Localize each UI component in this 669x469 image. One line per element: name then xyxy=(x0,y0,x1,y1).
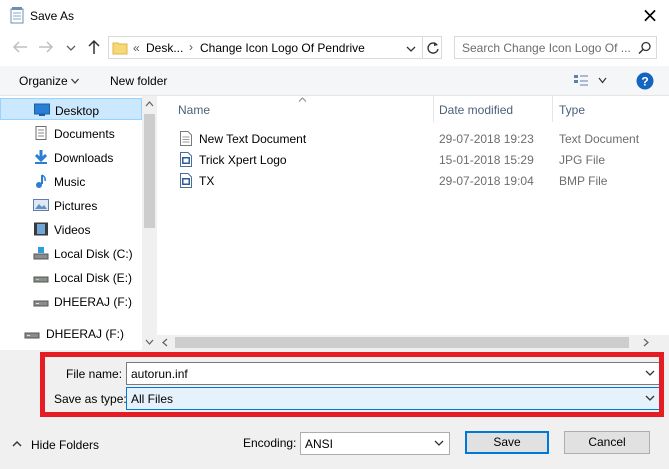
file-name: TX xyxy=(199,174,215,188)
sidebar-item-label: Pictures xyxy=(54,199,98,213)
divider xyxy=(422,37,423,58)
search-icon[interactable] xyxy=(638,41,652,55)
downloads-icon xyxy=(34,150,48,164)
folder-icon xyxy=(112,42,128,55)
encoding-label: Encoding: xyxy=(243,436,297,450)
file-list-header: Name Date modified Type xyxy=(165,96,669,122)
sidebar-item-label: Documents xyxy=(54,127,115,141)
sidebar-item-downloads[interactable]: Downloads xyxy=(0,146,142,168)
chevron-down-icon[interactable] xyxy=(71,78,79,84)
sidebar-item-label: Videos xyxy=(54,223,91,237)
sidebar-scrollbar[interactable] xyxy=(142,96,157,350)
usb-drive-icon xyxy=(33,300,49,307)
sidebar-item-pictures[interactable]: Pictures xyxy=(0,194,142,216)
breadcrumb-desktop[interactable]: Desk... xyxy=(146,41,183,55)
column-header-date-modified[interactable]: Date modified xyxy=(439,103,513,117)
sidebar-item-label: Local Disk (E:) xyxy=(54,271,133,285)
sidebar-item-label: Desktop xyxy=(55,104,100,118)
file-date-modified: 29-07-2018 19:04 xyxy=(439,174,534,188)
sidebar-item-desktop[interactable]: Desktop xyxy=(0,98,142,120)
sidebar-item-documents[interactable]: Documents xyxy=(0,122,142,144)
save-button[interactable]: Save xyxy=(465,431,549,454)
image-file-icon xyxy=(180,152,192,167)
sidebar-item-label: Local Disk (C:) xyxy=(54,247,133,261)
window-title: Save As xyxy=(30,9,75,23)
chevron-down-icon[interactable] xyxy=(66,44,76,52)
help-icon[interactable]: ? xyxy=(636,72,654,90)
sidebar-item-videos[interactable]: Videos xyxy=(0,218,142,240)
annotation-highlight-box xyxy=(40,352,664,417)
text-file-icon xyxy=(180,131,192,146)
close-button[interactable]: × xyxy=(638,4,662,28)
file-row[interactable]: TX 29-07-2018 19:04 BMP File xyxy=(165,170,669,191)
scrollbar-thumb[interactable] xyxy=(175,337,629,348)
file-date-modified: 15-01-2018 15:29 xyxy=(439,153,534,167)
sidebar-item-dheeraj-f[interactable]: DHEERAJ (F:) xyxy=(0,290,142,312)
breadcrumb-current-folder[interactable]: Change Icon Logo Of Pendrive xyxy=(200,41,365,55)
sidebar-item-label: DHEERAJ (F:) xyxy=(54,295,132,309)
desktop-icon xyxy=(34,103,50,116)
cancel-button[interactable]: Cancel xyxy=(564,431,650,454)
column-header-name[interactable]: Name xyxy=(178,103,210,117)
image-file-icon xyxy=(180,173,192,188)
arrow-left-icon[interactable] xyxy=(12,40,28,54)
encoding-select[interactable]: ANSI xyxy=(300,432,450,455)
videos-icon xyxy=(34,222,48,236)
command-bar: Organize New folder ? xyxy=(0,66,669,96)
scroll-down-icon[interactable] xyxy=(145,339,154,345)
file-name: Trick Xpert Logo xyxy=(199,153,287,167)
drive-c-icon xyxy=(33,247,49,260)
sidebar-item-local-disk-c[interactable]: Local Disk (C:) xyxy=(0,242,142,264)
drive-icon xyxy=(33,276,49,283)
new-folder-button[interactable]: New folder xyxy=(110,74,167,88)
pictures-icon xyxy=(33,199,49,211)
file-type: Text Document xyxy=(559,132,640,146)
arrow-right-icon[interactable] xyxy=(38,40,54,54)
refresh-icon[interactable] xyxy=(426,40,440,55)
arrow-up-icon[interactable] xyxy=(86,39,102,55)
scrollbar-thumb[interactable] xyxy=(144,114,155,228)
chevron-down-icon[interactable] xyxy=(406,45,416,53)
search-box[interactable]: Search Change Icon Logo Of ... xyxy=(454,36,657,59)
svg-text:?: ? xyxy=(641,75,648,89)
sidebar-item-label: Music xyxy=(54,175,86,189)
scroll-right-icon[interactable] xyxy=(643,338,649,347)
scroll-left-icon[interactable] xyxy=(162,338,168,347)
file-date-modified: 29-07-2018 19:23 xyxy=(439,132,534,146)
search-input[interactable]: Search Change Icon Logo Of ... xyxy=(462,41,631,55)
address-bar[interactable]: « Desk... › Change Icon Logo Of Pendrive xyxy=(108,36,442,59)
column-divider[interactable] xyxy=(433,96,434,122)
sidebar-item-dheeraj-f-root[interactable]: DHEERAJ (F:) xyxy=(0,322,142,344)
notepad-icon xyxy=(10,7,24,24)
column-header-type[interactable]: Type xyxy=(559,103,585,117)
address-overflow[interactable]: « xyxy=(133,41,140,55)
sort-ascending-icon xyxy=(298,97,307,102)
file-type: JPG File xyxy=(559,153,606,167)
column-divider[interactable] xyxy=(552,96,553,122)
music-icon xyxy=(36,174,46,188)
file-name: New Text Document xyxy=(199,132,307,146)
breadcrumb-separator: › xyxy=(189,40,193,54)
chevron-down-icon[interactable] xyxy=(433,436,445,450)
file-row[interactable]: New Text Document 29-07-2018 19:23 Text … xyxy=(165,128,669,149)
chevron-down-icon[interactable] xyxy=(598,77,607,84)
scroll-up-icon[interactable] xyxy=(145,101,154,107)
file-type: BMP File xyxy=(559,174,608,188)
title-bar: Save As × xyxy=(0,0,669,32)
sidebar-item-music[interactable]: Music xyxy=(0,170,142,192)
view-options-icon[interactable] xyxy=(573,73,589,87)
file-row[interactable]: Trick Xpert Logo 15-01-2018 15:29 JPG Fi… xyxy=(165,149,669,170)
chevron-up-icon[interactable] xyxy=(12,440,22,448)
usb-drive-icon xyxy=(24,332,40,339)
hide-folders-button[interactable]: Hide Folders xyxy=(31,438,99,452)
sidebar-item-label: DHEERAJ (F:) xyxy=(46,327,124,341)
encoding-value[interactable]: ANSI xyxy=(305,437,333,451)
navigation-pane[interactable]: Desktop Documents Downloads Music Pictur… xyxy=(0,96,157,350)
documents-icon xyxy=(35,126,47,140)
sidebar-item-label: Downloads xyxy=(54,151,114,165)
sidebar-item-local-disk-e[interactable]: Local Disk (E:) xyxy=(0,266,142,288)
file-list-horizontal-scrollbar[interactable] xyxy=(157,335,669,350)
organize-button[interactable]: Organize xyxy=(19,74,68,88)
